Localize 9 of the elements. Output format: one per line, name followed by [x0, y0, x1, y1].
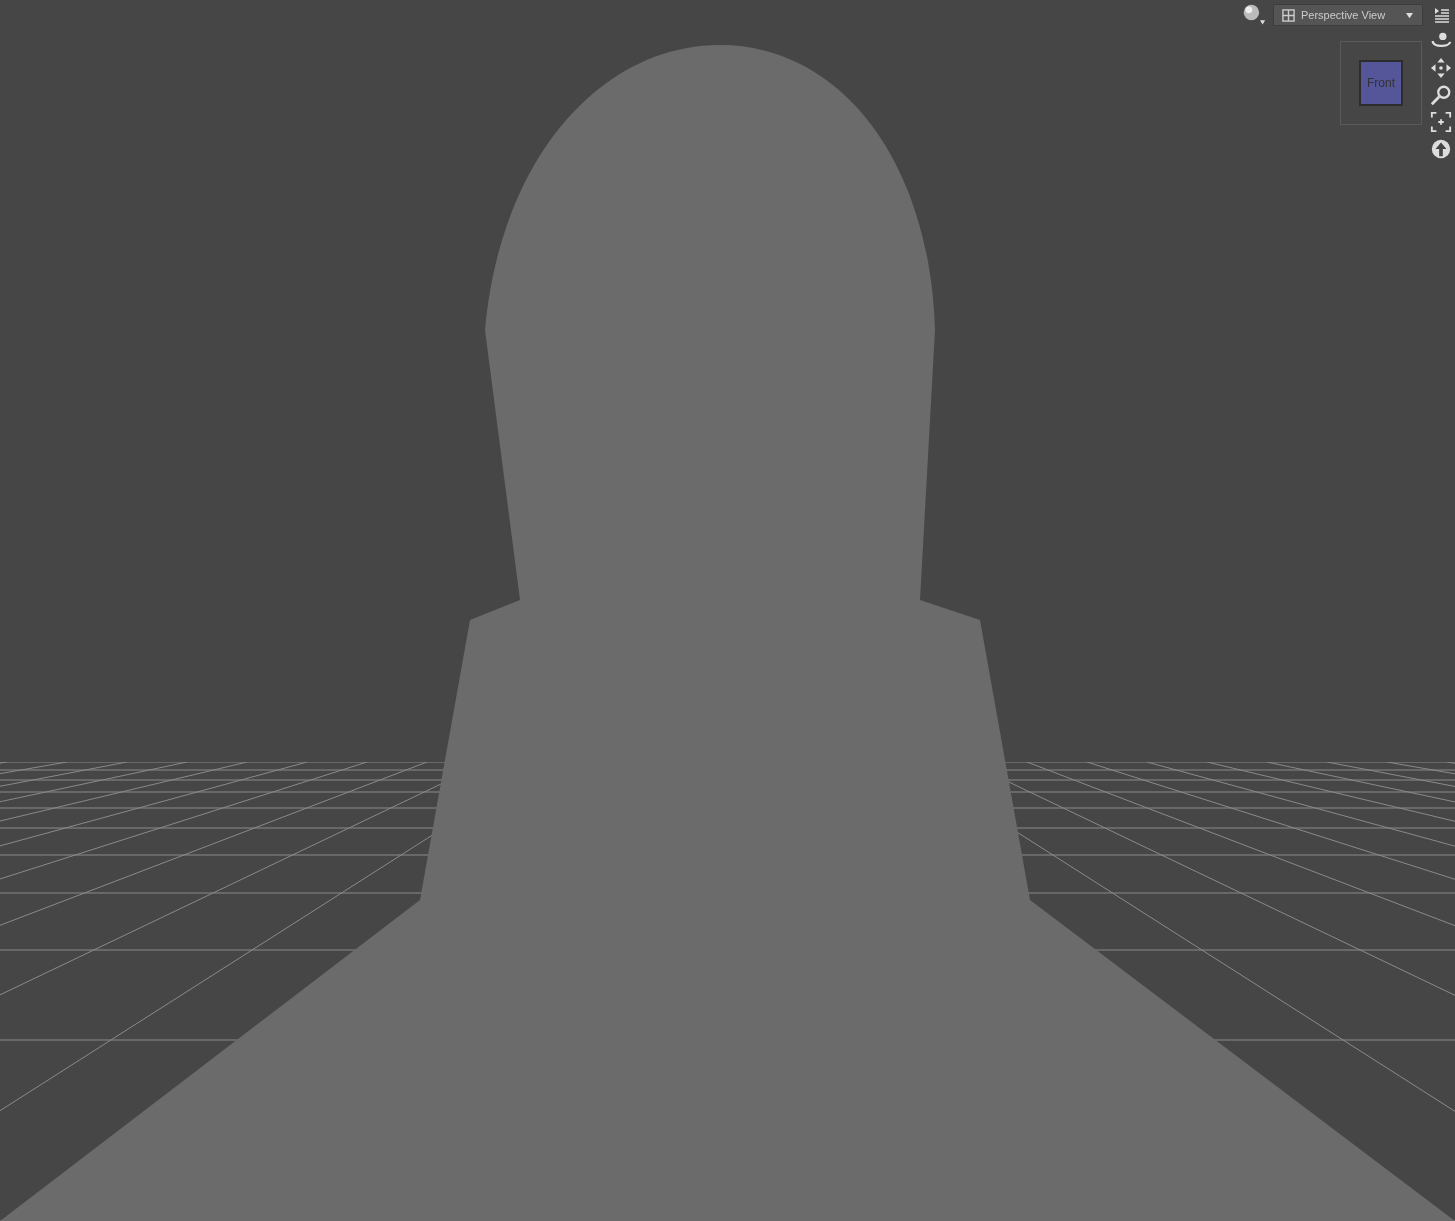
sphere-icon[interactable]: [1241, 3, 1267, 27]
zoom-icon[interactable]: [1430, 84, 1452, 106]
caret-icon: [1405, 11, 1414, 19]
window-icon: [1282, 8, 1295, 22]
face-label: Front: [1367, 76, 1395, 90]
menu-icon[interactable]: [1433, 6, 1451, 24]
camera-dropdown[interactable]: Perspective View: [1273, 4, 1423, 26]
move-icon[interactable]: [1430, 57, 1452, 79]
frame-icon[interactable]: [1430, 111, 1452, 133]
